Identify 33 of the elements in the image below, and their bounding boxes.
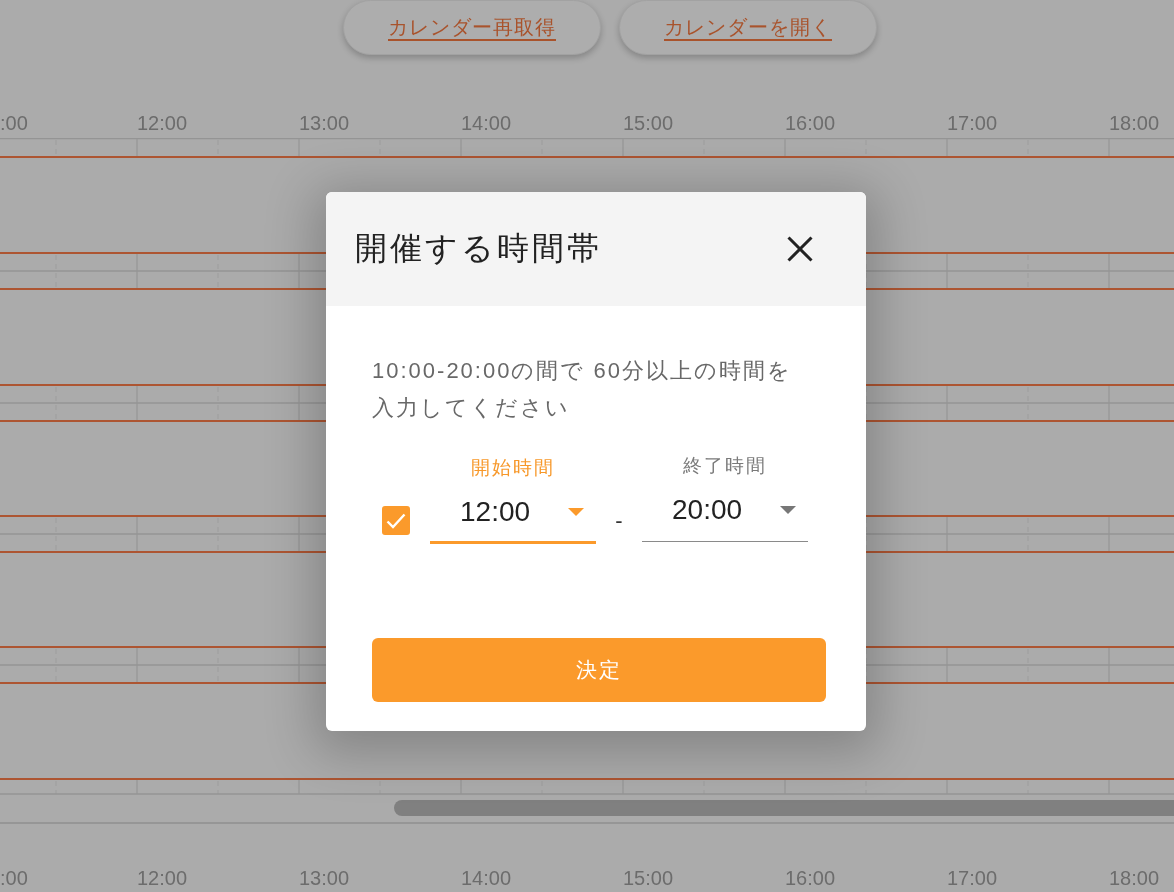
hour-label: 14:00 (461, 867, 512, 890)
hour-label: 15:00 (623, 112, 674, 135)
hour-label: 12:00 (137, 112, 188, 135)
hour-label: 13:00 (299, 867, 350, 890)
time-select[interactable]: 12:00 (430, 496, 596, 544)
time-select[interactable]: 20:00 (642, 494, 808, 542)
instruction-text: 10:00-20:00の間で 60分以上の時間を入力してください (372, 357, 794, 422)
hour-label: 16:00 (785, 867, 836, 890)
hour-label: 18:00 (1109, 867, 1160, 890)
field-label: 終了時間 (683, 454, 767, 478)
hour-label: 17:00 (947, 112, 998, 135)
checkmark-icon (386, 512, 406, 529)
toolbar-button[interactable]: カレンダーを開く (619, 0, 877, 55)
close-button[interactable] (787, 236, 813, 262)
hour-label: :00 (0, 112, 28, 135)
hour-label: 18:00 (1109, 112, 1160, 135)
toolbar-button[interactable]: カレンダー再取得 (343, 0, 601, 55)
submit-button[interactable]: 決定 (372, 638, 826, 702)
caret-icon (780, 506, 796, 514)
caret-icon (568, 508, 584, 516)
range-separator: - (615, 508, 623, 534)
checkbox[interactable] (382, 506, 410, 535)
hour-label: 17:00 (947, 867, 998, 890)
hour-label: :00 (0, 867, 28, 890)
hour-label: 12:00 (137, 867, 188, 890)
hour-label: 15:00 (623, 867, 674, 890)
hour-label: 13:00 (299, 112, 350, 135)
scrollbar-thumb[interactable] (394, 800, 1174, 816)
hour-label: 14:00 (461, 112, 512, 135)
close-icon (787, 236, 813, 262)
field-label: 開始時間 (471, 456, 555, 480)
hour-label: 16:00 (785, 112, 836, 135)
dialog-title: 開催する時間帯 (355, 229, 602, 268)
